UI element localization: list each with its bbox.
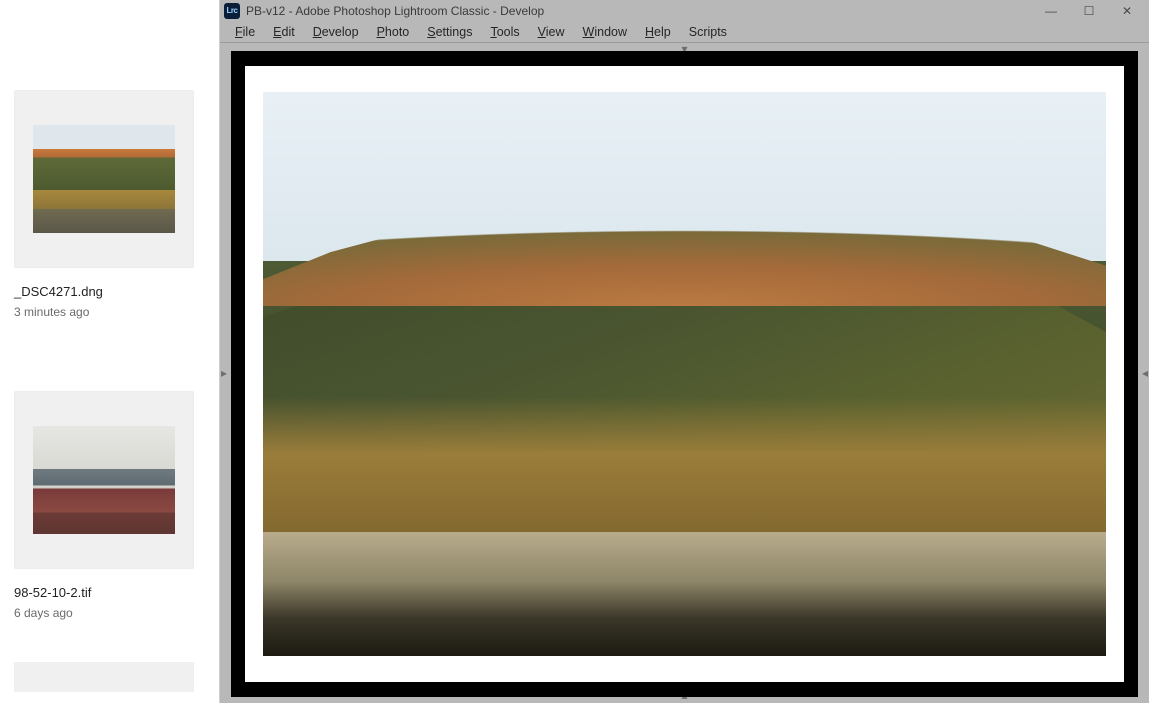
window-controls: — ☐ ✕ [1043, 3, 1145, 19]
panel-toggle-left-icon[interactable]: ▸ [221, 366, 227, 380]
file-thumbnail-card-partial[interactable] [14, 662, 194, 692]
window-titlebar[interactable]: Lrc PB-v12 - Adobe Photoshop Lightroom C… [220, 0, 1149, 21]
menu-help[interactable]: Help [636, 23, 680, 41]
file-meta: _DSC4271.dng 3 minutes ago [14, 282, 209, 319]
file-thumbnail [33, 426, 175, 534]
menu-scripts[interactable]: Scripts [680, 23, 736, 41]
develop-content-area: ▾ ▸ ◂ ▴ [220, 43, 1149, 703]
file-time: 3 minutes ago [14, 305, 209, 319]
menu-settings[interactable]: Settings [418, 23, 481, 41]
file-thumbnail-card[interactable] [14, 391, 194, 569]
menu-window[interactable]: Window [574, 23, 636, 41]
menu-photo[interactable]: Photo [368, 23, 419, 41]
close-button[interactable]: ✕ [1119, 3, 1135, 19]
minimize-button[interactable]: — [1043, 3, 1059, 19]
app-icon: Lrc [224, 3, 240, 19]
menu-develop[interactable]: Develop [304, 23, 368, 41]
file-meta: 98-52-10-2.tif 6 days ago [14, 583, 209, 620]
file-entry[interactable]: _DSC4271.dng 3 minutes ago [14, 90, 209, 319]
image-region-foreground [263, 532, 1106, 656]
file-entry[interactable]: 98-52-10-2.tif 6 days ago [14, 391, 209, 620]
menu-bar: File Edit Develop Photo Settings Tools V… [220, 21, 1149, 43]
menu-edit[interactable]: Edit [264, 23, 304, 41]
panel-toggle-right-icon[interactable]: ◂ [1142, 366, 1148, 380]
main-image[interactable] [263, 92, 1106, 656]
recent-files-sidebar: _DSC4271.dng 3 minutes ago 98-52-10-2.ti… [0, 0, 219, 703]
menu-file[interactable]: File [226, 23, 264, 41]
file-thumbnail [33, 125, 175, 233]
file-name: _DSC4271.dng [14, 282, 209, 303]
app-window: Lrc PB-v12 - Adobe Photoshop Lightroom C… [219, 0, 1149, 703]
maximize-button[interactable]: ☐ [1081, 3, 1097, 19]
file-thumbnail-card[interactable] [14, 90, 194, 268]
file-time: 6 days ago [14, 606, 209, 620]
image-mat [245, 66, 1124, 682]
window-title: PB-v12 - Adobe Photoshop Lightroom Class… [246, 4, 1043, 18]
file-name: 98-52-10-2.tif [14, 583, 209, 604]
image-canvas-frame [231, 51, 1138, 697]
menu-tools[interactable]: Tools [481, 23, 528, 41]
menu-view[interactable]: View [529, 23, 574, 41]
